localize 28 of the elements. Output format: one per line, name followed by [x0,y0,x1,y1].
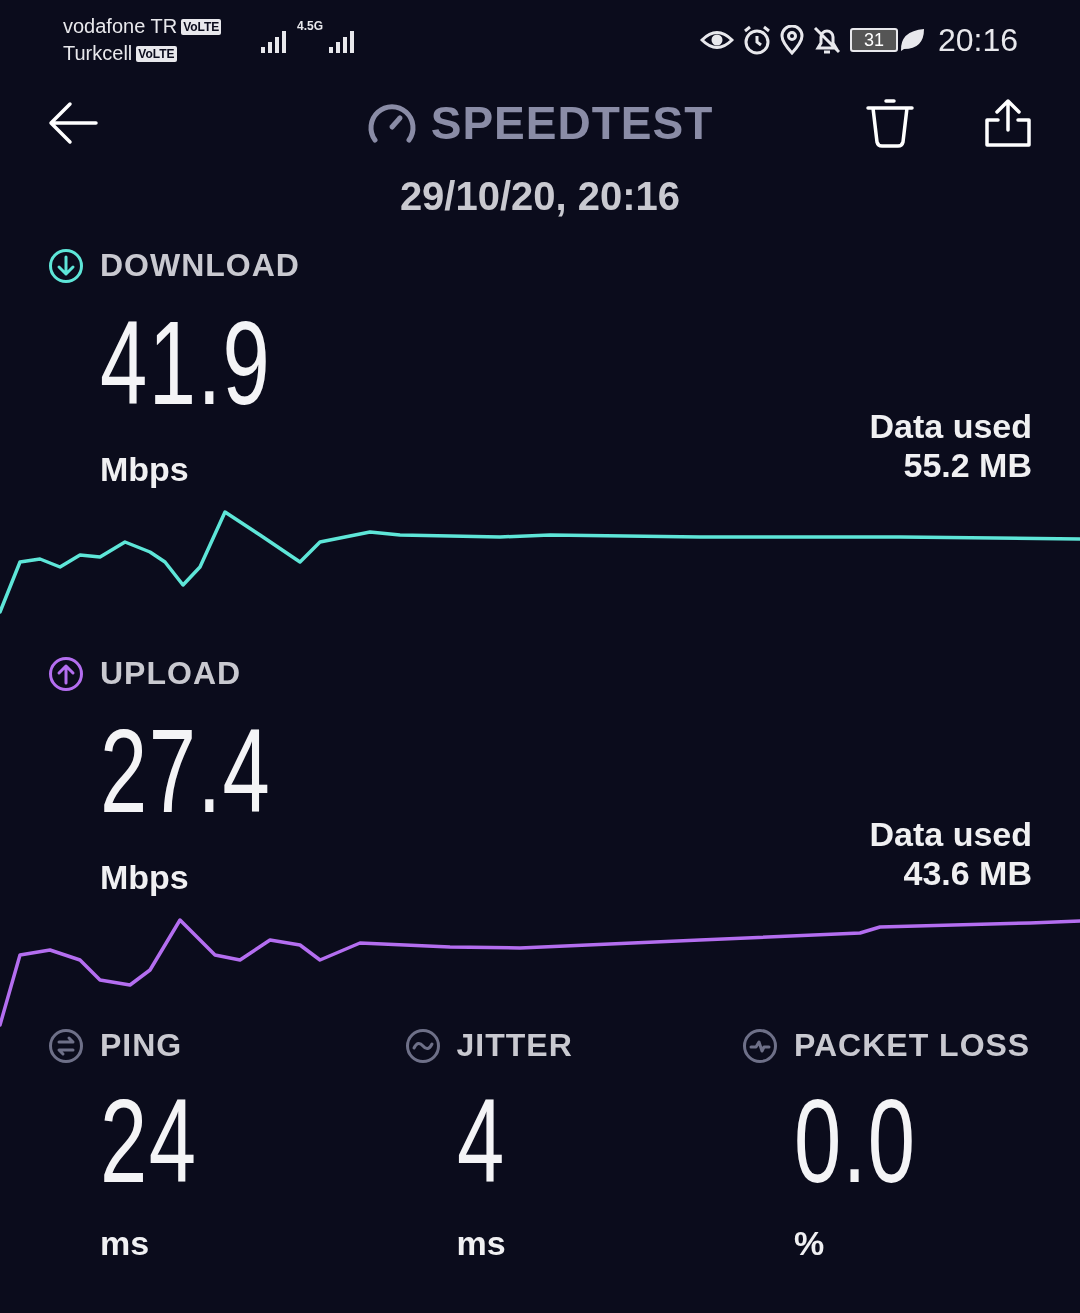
clock-time: 20:16 [937,21,1018,59]
stat-label: PING [100,1027,183,1064]
data-used-label: Data used [869,815,1032,854]
volte-badge: VoLTE [136,45,177,62]
test-date: 29/10/20, 20:16 [398,174,682,219]
network-type: 4.5G [297,19,323,33]
app-title: SPEEDTEST [430,96,714,150]
battery-level: 31 [849,28,898,52]
speed-unit: Mbps [100,450,190,489]
speed-value: 27.4 [100,712,272,830]
test-label: UPLOAD [100,655,242,692]
stat-value: 4 [456,1082,507,1200]
stat-unit: % [794,1224,826,1263]
carrier-name: vodafone TR [63,15,178,38]
carrier-name: Turkcell [63,42,133,65]
data-used-value: 55.2 MB [903,446,1032,485]
test-label: DOWNLOAD [100,247,300,284]
data-used-value: 43.6 MB [903,854,1032,893]
speed-unit: Mbps [100,858,190,897]
stat-unit: ms [456,1224,507,1263]
stat-value: 0.0 [794,1082,918,1200]
stat-label: JITTER [456,1027,573,1064]
stat-unit: ms [100,1224,151,1263]
speed-value: 41.9 [100,304,272,422]
stat-value: 24 [100,1082,198,1200]
stat-label: PACKET LOSS [794,1027,1031,1064]
volte-badge: VoLTE [181,18,222,35]
data-used-label: Data used [869,407,1032,446]
